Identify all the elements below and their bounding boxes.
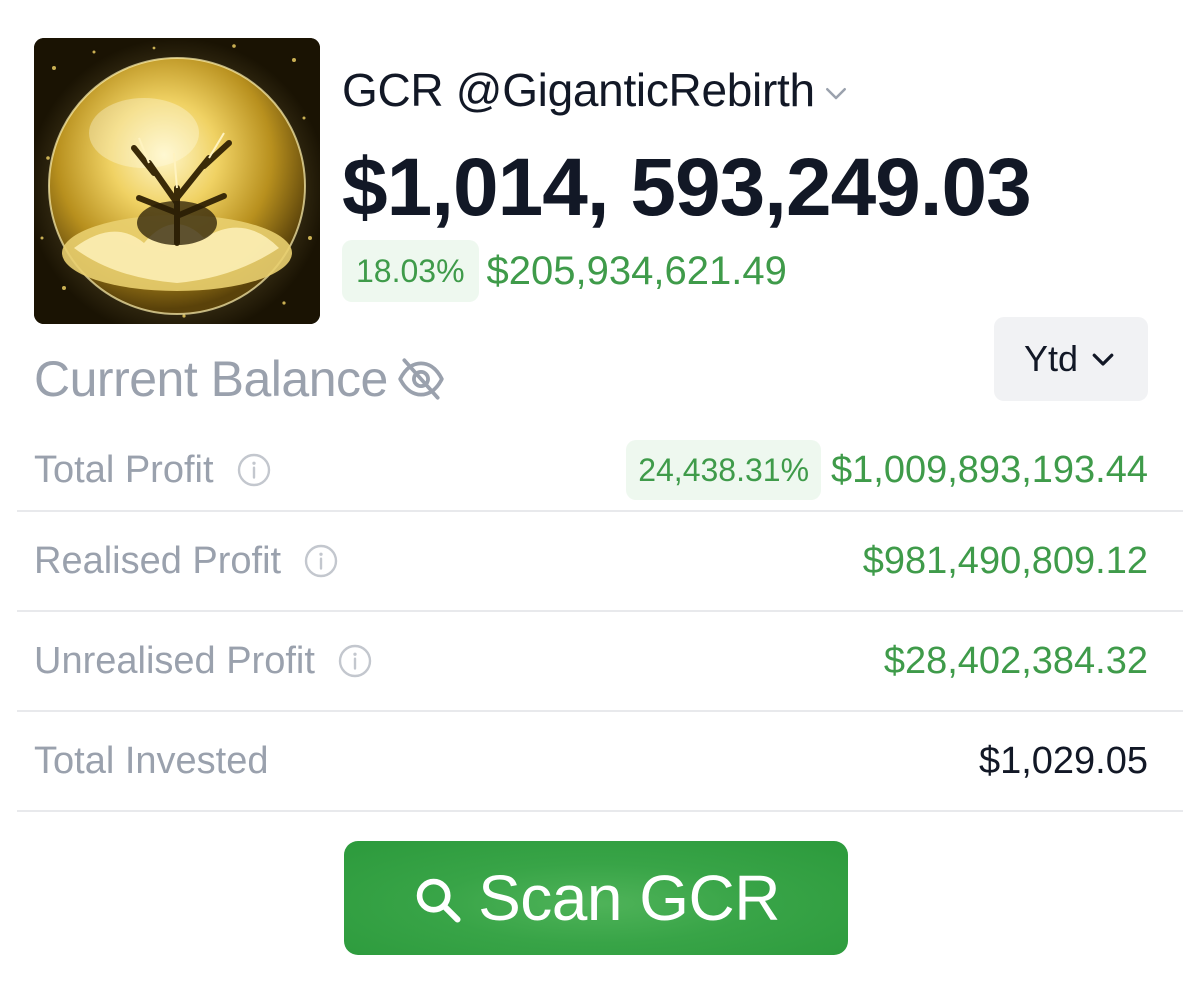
period-selected-value: Ytd [1023,338,1079,379]
stat-label: Unrealised Profit [34,639,315,682]
search-icon [416,878,461,923]
scan-button-label: Scan GCR [478,862,780,934]
info-icon[interactable] [303,543,339,579]
stat-row-total-profit: Total Profit 24,438.31% $1,009,893,193.4… [17,430,1183,512]
chevron-down-icon [825,88,846,100]
balance-change-percent: 18.03% [342,240,479,302]
stat-row-unrealised-profit: Unrealised Profit $28,402,384.32 [17,612,1183,712]
current-balance-header: Current Balance [34,350,446,408]
stat-value: $28,402,384.32 [883,639,1148,682]
golden-orb-avatar-icon [34,38,320,324]
stat-value: $1,029.05 [978,739,1148,782]
info-icon[interactable] [236,452,272,488]
stat-value: $1,009,893,193.44 [831,448,1148,491]
balance-change: 18.03% $205,934,621.49 [342,240,787,302]
period-select[interactable]: Ytd [994,317,1148,401]
avatar [34,38,320,324]
stat-label: Total Invested [34,739,269,782]
stat-row-realised-profit: Realised Profit $981,490,809.12 [17,512,1183,612]
eye-off-icon[interactable] [396,354,446,404]
account-handle: GCR @GiganticRebirth [342,64,815,116]
stat-label: Realised Profit [34,539,282,582]
stat-percent-badge: 24,438.31% [626,440,822,500]
balance-change-amount: $205,934,621.49 [486,248,787,293]
stat-label: Total Profit [34,448,214,491]
portfolio-card: GCR @GiganticRebirth $1,014, 593,249.03 … [0,0,1200,985]
account-selector[interactable]: GCR @GiganticRebirth [342,62,851,118]
scan-button[interactable]: Scan GCR [344,841,848,955]
stat-value: $981,490,809.12 [862,539,1148,582]
stat-row-total-invested: Total Invested $1,029.05 [17,712,1183,812]
balance-amount: $1,014, 593,249.03 [342,142,1032,233]
info-icon[interactable] [337,643,373,679]
current-balance-label: Current Balance [34,351,388,407]
chevron-down-icon [1092,353,1114,366]
